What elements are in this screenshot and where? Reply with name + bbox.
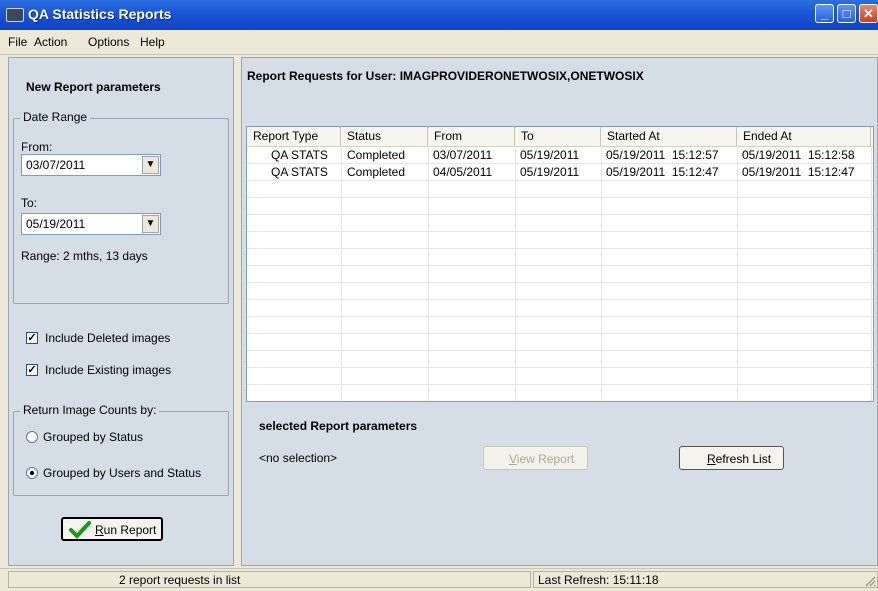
new-report-panel: New Report parameters Date Range From: 0…: [8, 57, 234, 566]
grid-row-line: [247, 197, 873, 198]
status-bar: 2 report requests in list Last Refresh: …: [0, 568, 878, 591]
grid-row-line: [247, 384, 873, 385]
cell-from: 04/05/2011: [433, 165, 493, 179]
grid-divider: [871, 146, 872, 401]
status-count-text: 2 report requests in list: [119, 573, 241, 587]
range-text: Range: 2 mths, 13 days: [21, 249, 148, 263]
menu-options[interactable]: Options: [88, 35, 129, 49]
from-date-combo[interactable]: 03/07/2011 ▼: [21, 154, 161, 176]
grid-row-line: [247, 214, 873, 215]
view-report-label: iew Report: [516, 452, 575, 466]
from-label: From:: [21, 140, 53, 154]
selected-params-heading: selected Report parameters: [259, 419, 418, 433]
maximize-button[interactable]: □: [837, 4, 856, 23]
refresh-list-button[interactable]: Refresh List: [679, 446, 784, 470]
grouped-by-users-status-label[interactable]: Grouped by Users and Status: [43, 466, 201, 480]
grouped-by-users-status-radio[interactable]: [26, 467, 38, 479]
column-header-from[interactable]: From: [428, 127, 515, 146]
to-date-combo[interactable]: 05/19/2011 ▼: [21, 213, 161, 235]
column-header-started-at[interactable]: Started At: [601, 127, 737, 146]
view-report-mnemonic: V: [509, 452, 517, 466]
return-counts-group: [13, 411, 229, 496]
cell-to: 05/19/2011: [520, 148, 580, 162]
grid-divider: [341, 146, 342, 401]
status-refresh-text: Last Refresh: 15:11:18: [538, 573, 659, 587]
menu-action[interactable]: Action: [34, 35, 67, 49]
return-counts-label: Return Image Counts by:: [20, 403, 160, 417]
include-deleted-checkbox[interactable]: ✓: [26, 332, 38, 344]
column-header-status[interactable]: Status: [341, 127, 428, 146]
to-label: To:: [21, 196, 38, 210]
cell-report-type: QA STATS: [271, 148, 328, 162]
column-header-to[interactable]: To: [515, 127, 601, 146]
run-report-mnemonic: R: [95, 523, 104, 537]
table-header: Report Type Status From To Started At En…: [247, 127, 873, 147]
cell-report-type: QA STATS: [271, 165, 328, 179]
cell-to: 05/19/2011: [520, 165, 580, 179]
grid-row-line: [247, 248, 873, 249]
grid-row-line: [247, 299, 873, 300]
report-requests-heading: Report Requests for User: IMAGPROVIDERON…: [247, 69, 644, 83]
from-date-value: 03/07/2011: [26, 158, 86, 172]
menu-bar: File Action Options Help: [0, 30, 878, 55]
new-report-heading: New Report parameters: [26, 80, 161, 94]
status-pane-count: 2 report requests in list: [8, 571, 531, 588]
window-title: QA Statistics Reports: [28, 6, 172, 22]
grid-row-line: [247, 231, 873, 232]
refresh-mnemonic: R: [707, 452, 716, 466]
table-row[interactable]: QA STATS Completed 03/07/2011 05/19/2011…: [247, 147, 873, 163]
run-report-label: un Report: [103, 523, 157, 537]
close-button[interactable]: ✕: [859, 4, 878, 23]
cell-started-at: 05/19/2011 15:12:57: [606, 148, 719, 162]
minimize-button[interactable]: _: [815, 4, 834, 23]
grid-row-line: [247, 350, 873, 351]
cell-started-at: 05/19/2011 15:12:47: [606, 165, 719, 179]
grid-row-line: [247, 316, 873, 317]
date-range-label: Date Range: [20, 110, 91, 124]
cell-status: Completed: [347, 148, 406, 162]
include-existing-label[interactable]: Include Existing images: [45, 363, 171, 377]
title-bar[interactable]: QA Statistics Reports _ □ ✕: [0, 0, 878, 30]
grid-divider: [737, 146, 738, 401]
refresh-label: efresh List: [715, 452, 772, 466]
cell-ended-at: 05/19/2011 15:12:58: [742, 148, 855, 162]
to-date-value: 05/19/2011: [26, 217, 86, 231]
run-report-button[interactable]: Run Report: [61, 517, 163, 541]
grid-row-line: [247, 282, 873, 283]
grid-divider: [515, 146, 516, 401]
menu-help[interactable]: Help: [140, 35, 165, 49]
view-report-button[interactable]: View Report: [483, 446, 588, 470]
cell-ended-at: 05/19/2011 15:12:47: [742, 165, 855, 179]
table-row[interactable]: QA STATS Completed 04/05/2011 05/19/2011…: [247, 164, 873, 180]
app-icon[interactable]: [6, 8, 24, 22]
grid-row-line: [247, 367, 873, 368]
grid-row-line: [247, 180, 873, 181]
no-selection-text: <no selection>: [259, 451, 338, 465]
menu-file[interactable]: File: [8, 35, 27, 49]
report-requests-table[interactable]: Report Type Status From To Started At En…: [246, 126, 874, 402]
include-deleted-label[interactable]: Include Deleted images: [45, 331, 170, 345]
cell-from: 03/07/2011: [433, 148, 493, 162]
grid-divider: [601, 146, 602, 401]
status-pane-refresh: Last Refresh: 15:11:18: [533, 571, 878, 588]
grouped-by-status-radio[interactable]: [26, 431, 38, 443]
chevron-down-icon[interactable]: ▼: [142, 156, 159, 174]
chevron-down-icon[interactable]: ▼: [142, 215, 159, 233]
column-header-ended-at[interactable]: Ended At: [737, 127, 871, 146]
grid-row-line: [247, 333, 873, 334]
cell-status: Completed: [347, 165, 406, 179]
include-existing-checkbox[interactable]: ✓: [26, 364, 38, 376]
column-header-report-type[interactable]: Report Type: [247, 127, 341, 146]
grid-row-line: [247, 265, 873, 266]
grid-divider: [428, 146, 429, 401]
grouped-by-status-label[interactable]: Grouped by Status: [43, 430, 143, 444]
resize-grip-icon[interactable]: [864, 575, 876, 587]
checkmark-icon: [69, 521, 91, 539]
